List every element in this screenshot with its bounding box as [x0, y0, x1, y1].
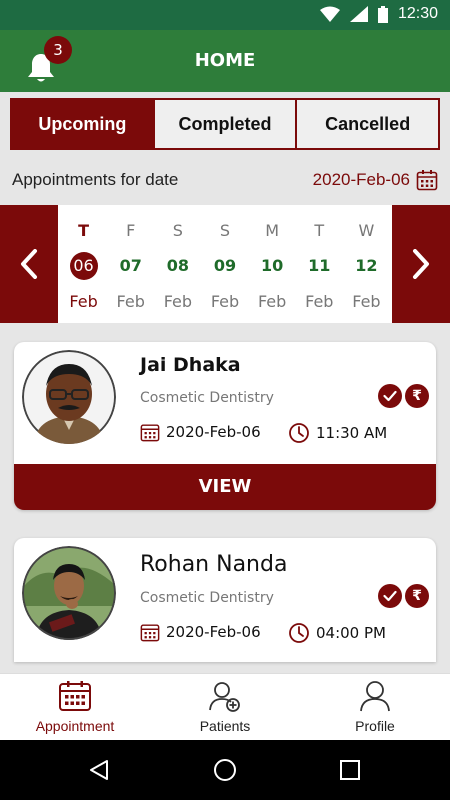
- clock: 12:30: [397, 5, 438, 22]
- add-user-icon: [209, 682, 240, 712]
- day-cell[interactable]: S 09 Feb: [201, 205, 248, 323]
- day-name: W: [358, 221, 375, 240]
- clock-icon: [289, 423, 309, 443]
- patient-name: Rohan Nanda: [140, 552, 288, 577]
- appointment-date: 2020-Feb-06: [140, 422, 261, 442]
- specialty-label: Cosmetic Dentistry: [140, 590, 274, 606]
- next-week-button[interactable]: [392, 205, 450, 323]
- day-number: 08: [166, 256, 189, 275]
- day-cell[interactable]: T 11 Feb: [296, 205, 343, 323]
- appointment-time-text: 04:00 PM: [316, 624, 386, 642]
- tab-upcoming[interactable]: Upcoming: [12, 100, 153, 148]
- day-name: T: [78, 221, 90, 240]
- day-name: M: [265, 221, 280, 240]
- wifi-icon: [319, 6, 340, 22]
- day-cell[interactable]: W 12 Feb: [343, 205, 390, 323]
- day-name: F: [126, 221, 136, 240]
- calendar-icon: [140, 624, 160, 642]
- day-month: Feb: [69, 292, 98, 311]
- payment-badge: ₹: [405, 384, 429, 408]
- day-name: T: [314, 221, 325, 240]
- day-number: 11: [308, 256, 331, 275]
- nav-profile[interactable]: Profile: [300, 674, 450, 740]
- page-title: HOME: [194, 50, 256, 71]
- bottom-nav: Appointment Patients Profile: [0, 673, 450, 740]
- nav-label: Appointment: [35, 718, 115, 734]
- chevron-right-icon: [413, 249, 429, 279]
- payment-badge: ₹: [405, 584, 429, 608]
- battery-icon: [377, 5, 388, 23]
- patient-avatar: [22, 546, 116, 640]
- date-bar: Appointments for date 2020-Feb-06: [0, 160, 450, 200]
- appointment-card[interactable]: Jai Dhaka Cosmetic Dentistry ₹ 2020-Feb-…: [14, 342, 436, 510]
- confirmed-badge: [378, 584, 402, 608]
- confirmed-badge: [378, 384, 402, 408]
- appointment-card[interactable]: Rohan Nanda Cosmetic Dentistry ₹ 2020-Fe…: [14, 538, 436, 662]
- day-cell[interactable]: F 07 Feb: [107, 205, 154, 323]
- appointment-date-text: 2020-Feb-06: [166, 623, 261, 641]
- appointment-date: 2020-Feb-06: [140, 622, 261, 642]
- day-cell[interactable]: M 10 Feb: [249, 205, 296, 323]
- calendar-icon[interactable]: [416, 169, 438, 191]
- user-icon: [360, 681, 390, 712]
- tab-completed[interactable]: Completed: [152, 100, 296, 148]
- appointment-time: 11:30 AM: [288, 422, 387, 444]
- status-tabs: Upcoming Completed Cancelled: [10, 98, 440, 150]
- check-icon: [383, 390, 397, 402]
- check-icon: [383, 590, 397, 602]
- system-nav-bar: [0, 740, 450, 800]
- appointment-time-text: 11:30 AM: [316, 424, 388, 442]
- chevron-left-icon: [21, 249, 37, 279]
- day-name: S: [219, 221, 231, 240]
- day-cell[interactable]: T 06 Feb: [60, 205, 107, 323]
- tab-cancelled[interactable]: Cancelled: [295, 100, 438, 148]
- patient-avatar: [22, 350, 116, 444]
- selected-date[interactable]: 2020-Feb-06: [313, 170, 410, 190]
- home-icon[interactable]: [213, 758, 237, 782]
- appointments-date-label: Appointments for date: [12, 170, 179, 189]
- nav-label: Profile: [355, 718, 395, 734]
- day-month: Feb: [116, 292, 145, 311]
- nav-patients[interactable]: Patients: [150, 674, 300, 740]
- calendar-icon: [140, 424, 160, 442]
- patient-name: Jai Dhaka: [140, 354, 241, 376]
- week-strip: T 06 Feb F 07 Feb S 08 Feb S 09 Feb M 10…: [0, 205, 450, 323]
- signal-icon: [349, 6, 368, 22]
- day-number: 09: [213, 256, 237, 275]
- day-month: Feb: [257, 292, 287, 311]
- calendar-grid-icon: [59, 681, 91, 711]
- day-name: S: [172, 221, 183, 240]
- day-number: 07: [119, 256, 142, 275]
- appointment-date-text: 2020-Feb-06: [166, 423, 261, 441]
- view-button[interactable]: VIEW: [14, 464, 436, 510]
- nav-label: Patients: [199, 718, 251, 734]
- back-icon[interactable]: [88, 759, 110, 781]
- app-bar: 3 HOME: [0, 30, 450, 92]
- status-bar: 12:30: [0, 0, 450, 30]
- recents-icon[interactable]: [339, 759, 361, 781]
- day-cell[interactable]: S 08 Feb: [154, 205, 201, 323]
- day-number: 12: [355, 256, 378, 275]
- day-month: Feb: [305, 292, 334, 311]
- prev-week-button[interactable]: [0, 205, 58, 323]
- day-number: 10: [260, 256, 284, 275]
- appointment-time: 04:00 PM: [288, 622, 386, 644]
- day-number: 06: [69, 252, 98, 280]
- day-month: Feb: [163, 292, 193, 311]
- day-month: Feb: [210, 292, 240, 311]
- day-month: Feb: [352, 292, 381, 311]
- specialty-label: Cosmetic Dentistry: [140, 390, 274, 406]
- nav-appointment[interactable]: Appointment: [0, 674, 150, 740]
- clock-icon: [289, 623, 309, 643]
